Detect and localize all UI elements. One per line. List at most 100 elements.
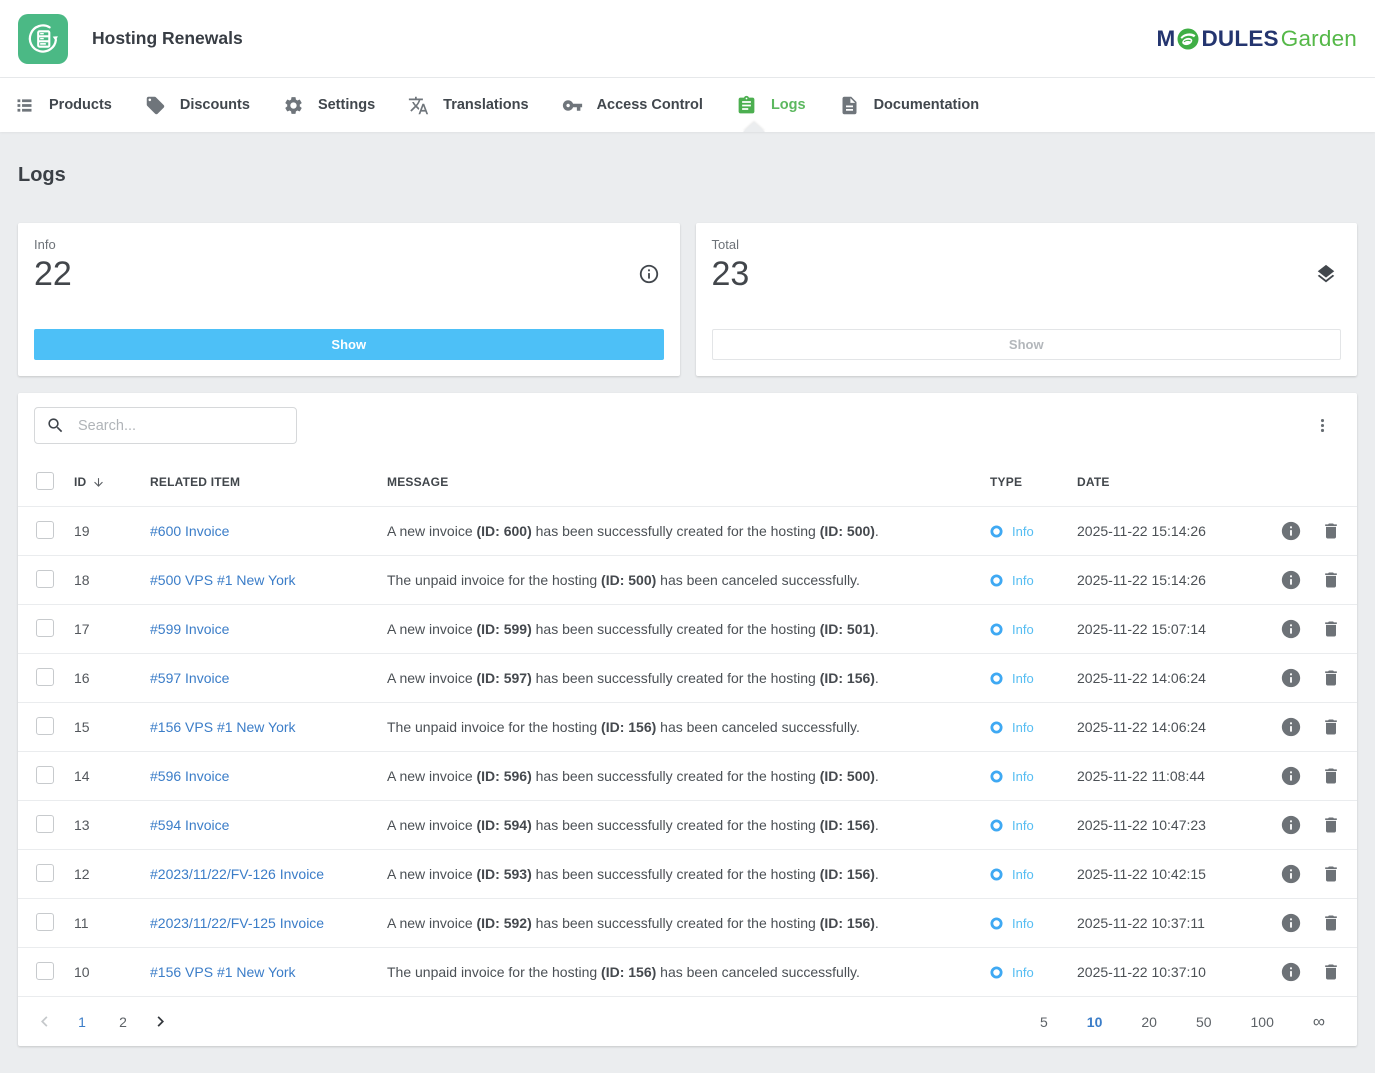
tab-label: Settings	[318, 97, 375, 113]
column-header-id[interactable]: ID	[74, 475, 150, 489]
info-ring-icon	[990, 525, 1003, 538]
row-delete-button[interactable]	[1321, 521, 1341, 541]
row-info-button[interactable]	[1280, 569, 1302, 591]
tab-products[interactable]: Products	[14, 95, 112, 116]
related-item-link[interactable]: #597 Invoice	[150, 670, 229, 686]
row-checkbox[interactable]	[36, 717, 54, 735]
page-size-all[interactable]: ∞	[1307, 1012, 1331, 1031]
table-toolbar	[18, 393, 1357, 458]
type-label: Info	[1012, 573, 1034, 588]
type-label: Info	[1012, 818, 1034, 833]
tab-label: Documentation	[874, 97, 980, 113]
trash-icon	[1321, 864, 1341, 884]
kebab-menu-icon[interactable]	[1310, 413, 1335, 438]
row-info-button[interactable]	[1280, 765, 1302, 787]
show-total-button[interactable]: Show	[712, 329, 1342, 360]
row-info-button[interactable]	[1280, 814, 1302, 836]
related-item-link[interactable]: #596 Invoice	[150, 768, 229, 784]
related-item-link[interactable]: #600 Invoice	[150, 523, 229, 539]
row-checkbox[interactable]	[36, 815, 54, 833]
row-checkbox[interactable]	[36, 521, 54, 539]
row-delete-button[interactable]	[1321, 815, 1341, 835]
nav-tabs: Products Discounts Settings Translations Acc…	[0, 78, 1375, 132]
row-info-button[interactable]	[1280, 520, 1302, 542]
related-item-link[interactable]: #594 Invoice	[150, 817, 229, 833]
related-item-link[interactable]: #500 VPS #1 New York	[150, 572, 296, 588]
tab-label: Discounts	[180, 97, 250, 113]
search-box[interactable]	[34, 407, 297, 444]
row-info-button[interactable]	[1280, 716, 1302, 738]
search-icon	[46, 416, 65, 435]
row-checkbox[interactable]	[36, 570, 54, 588]
log-message: A new invoice (ID: 597) has been success…	[387, 670, 990, 686]
page-size-100[interactable]: 100	[1245, 1013, 1280, 1031]
log-message: The unpaid invoice for the hosting (ID: …	[387, 572, 990, 588]
info-filled-icon	[1280, 863, 1302, 885]
search-input[interactable]	[76, 417, 285, 435]
trash-icon	[1321, 619, 1341, 639]
info-filled-icon	[1280, 961, 1302, 983]
log-type: Info	[990, 524, 1077, 539]
tab-access-control[interactable]: Access Control	[562, 95, 703, 116]
active-tab-notch	[743, 122, 765, 132]
log-date: 2025-11-22 10:37:11	[1077, 915, 1262, 931]
table-row: 12#2023/11/22/FV-126 InvoiceA new invoic…	[18, 849, 1357, 898]
row-info-button[interactable]	[1280, 912, 1302, 934]
app-logo-icon	[18, 14, 68, 64]
row-delete-button[interactable]	[1321, 570, 1341, 590]
related-item-link[interactable]: #2023/11/22/FV-126 Invoice	[150, 866, 324, 882]
tab-discounts[interactable]: Discounts	[145, 95, 250, 116]
row-checkbox[interactable]	[36, 864, 54, 882]
trash-icon	[1321, 913, 1341, 933]
show-info-button[interactable]: Show	[34, 329, 664, 360]
column-header-type[interactable]: TYPE	[990, 475, 1077, 489]
row-checkbox[interactable]	[36, 962, 54, 980]
page-size-10[interactable]: 10	[1081, 1013, 1109, 1031]
row-delete-button[interactable]	[1321, 766, 1341, 786]
column-header-message[interactable]: MESSAGE	[387, 475, 990, 489]
page-size-50[interactable]: 50	[1190, 1013, 1218, 1031]
row-delete-button[interactable]	[1321, 913, 1341, 933]
related-item-link[interactable]: #156 VPS #1 New York	[150, 964, 296, 980]
row-checkbox[interactable]	[36, 668, 54, 686]
row-checkbox[interactable]	[36, 766, 54, 784]
row-delete-button[interactable]	[1321, 619, 1341, 639]
related-item-link[interactable]: #156 VPS #1 New York	[150, 719, 296, 735]
tab-logs[interactable]: Logs	[736, 95, 806, 116]
row-info-button[interactable]	[1280, 863, 1302, 885]
column-header-related-item[interactable]: RELATED ITEM	[150, 475, 387, 489]
tab-label: Translations	[443, 97, 528, 113]
related-item-link[interactable]: #2023/11/22/FV-125 Invoice	[150, 915, 324, 931]
info-circle-icon	[638, 263, 660, 285]
row-info-button[interactable]	[1280, 667, 1302, 689]
main-content: Logs Info 22 Show Total 23 Show	[0, 132, 1375, 1064]
page-number-1[interactable]: 1	[68, 1013, 96, 1031]
log-type: Info	[990, 769, 1077, 784]
column-header-date[interactable]: DATE	[1077, 475, 1262, 489]
tab-translations[interactable]: Translations	[408, 95, 528, 116]
log-type: Info	[990, 965, 1077, 980]
row-delete-button[interactable]	[1321, 717, 1341, 737]
select-all-checkbox[interactable]	[36, 472, 54, 490]
row-delete-button[interactable]	[1321, 962, 1341, 982]
related-item-link[interactable]: #599 Invoice	[150, 621, 229, 637]
table-row: 18#500 VPS #1 New YorkThe unpaid invoice…	[18, 555, 1357, 604]
page-number-2[interactable]: 2	[109, 1013, 137, 1031]
next-page-button[interactable]	[150, 1011, 171, 1032]
page-size-5[interactable]: 5	[1034, 1013, 1054, 1031]
row-info-button[interactable]	[1280, 961, 1302, 983]
row-info-button[interactable]	[1280, 618, 1302, 640]
log-id: 15	[74, 719, 150, 735]
tab-settings[interactable]: Settings	[283, 95, 375, 116]
log-date: 2025-11-22 14:06:24	[1077, 719, 1262, 735]
prev-page-button[interactable]	[34, 1011, 55, 1032]
row-delete-button[interactable]	[1321, 668, 1341, 688]
log-id: 14	[74, 768, 150, 784]
tab-documentation[interactable]: Documentation	[839, 95, 980, 116]
log-message: The unpaid invoice for the hosting (ID: …	[387, 719, 990, 735]
row-checkbox[interactable]	[36, 913, 54, 931]
row-checkbox[interactable]	[36, 619, 54, 637]
row-delete-button[interactable]	[1321, 864, 1341, 884]
page-size-20[interactable]: 20	[1135, 1013, 1163, 1031]
log-type: Info	[990, 818, 1077, 833]
